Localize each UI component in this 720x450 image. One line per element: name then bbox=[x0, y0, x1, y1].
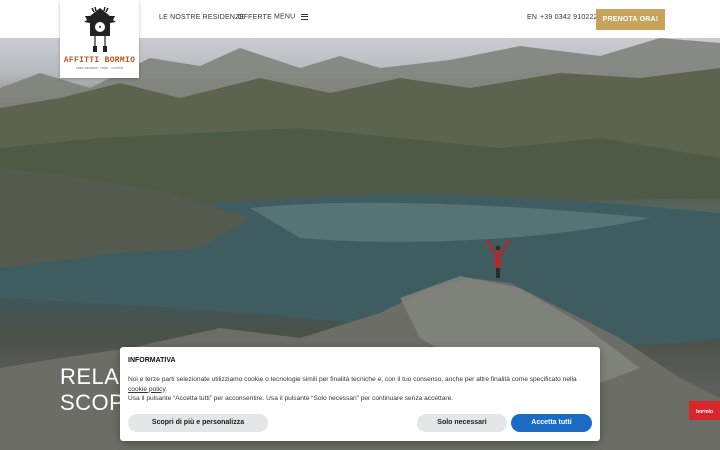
menu-label: MENU bbox=[274, 13, 296, 21]
cookie-policy-link[interactable]: cookie policy bbox=[128, 386, 165, 393]
nav-offerte[interactable]: OFFERTE bbox=[238, 14, 272, 21]
logo-title: AFFITTI BORMIO bbox=[63, 56, 136, 65]
accept-all-button[interactable]: Accetta tutti bbox=[511, 414, 592, 432]
hamburger-icon bbox=[300, 12, 308, 21]
cookie-text-part2: . bbox=[165, 385, 168, 393]
cookie-text: Noi e terze parti selezionate utilizziam… bbox=[128, 375, 594, 404]
menu-button[interactable]: MENU bbox=[274, 12, 308, 21]
cuckoo-clock-icon bbox=[84, 6, 116, 52]
logo-tagline: case vacanza · relax · comfort bbox=[76, 66, 123, 70]
nav-residenze[interactable]: LE NOSTRE RESIDENZE bbox=[159, 14, 244, 21]
book-now-button[interactable]: PRENOTA ORA! bbox=[596, 9, 665, 30]
cookie-text-part1: Noi e terze parti selezionate utilizziam… bbox=[128, 376, 577, 383]
logo[interactable]: AFFITTI BORMIO case vacanza · relax · co… bbox=[60, 0, 139, 78]
customize-button[interactable]: Scopri di più e personalizza bbox=[128, 414, 268, 432]
cookie-title: INFORMATIVA bbox=[128, 357, 176, 364]
hero-headline-line2: SCOP bbox=[60, 390, 125, 415]
hero-headline-line1: RELA bbox=[60, 364, 120, 389]
phone-number[interactable]: +39 0342 910222 bbox=[540, 14, 598, 21]
necessary-only-button[interactable]: Solo necessari bbox=[417, 414, 507, 432]
language-switch[interactable]: EN bbox=[527, 14, 537, 21]
cookie-text-line2: Usa il pulsante “Accetta tutti” per acco… bbox=[128, 395, 454, 403]
bormio-badge[interactable]: bormio bbox=[689, 401, 720, 420]
